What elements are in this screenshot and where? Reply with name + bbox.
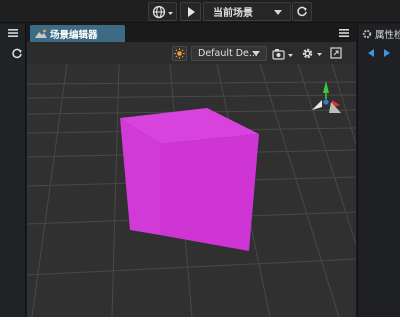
play-icon	[187, 6, 195, 17]
inspector-panel: 属性检	[357, 24, 400, 317]
gizmo-center	[323, 99, 329, 105]
chevron-down-icon	[252, 51, 260, 56]
scene-viewport[interactable]	[27, 64, 356, 317]
back-arrow-icon[interactable]	[367, 48, 375, 58]
menu-icon[interactable]	[339, 29, 349, 37]
maximize-button[interactable]	[330, 47, 342, 59]
scene-editor-panel: 场景编辑器 Default De...	[27, 24, 356, 317]
refresh-icon[interactable]	[11, 48, 23, 60]
inspector-tab-label: 属性检	[375, 29, 400, 41]
camera-options-button[interactable]	[272, 46, 296, 61]
tab-scene-editor[interactable]: 场景编辑器	[30, 25, 125, 42]
scene-tab-label: 场景编辑器	[50, 29, 98, 41]
camera-preset-select[interactable]: Default De...	[191, 46, 267, 61]
refresh-button[interactable]	[292, 2, 312, 21]
menu-icon[interactable]	[8, 29, 18, 37]
refresh-icon	[297, 6, 307, 16]
scene-editor-toolbar: Default De...	[27, 42, 356, 64]
hierarchy-panel	[0, 24, 26, 317]
platform-select-button[interactable]	[148, 2, 177, 21]
scene-3d-canvas[interactable]	[27, 64, 356, 317]
scene-select-label: 当前场景	[213, 8, 253, 19]
top-toolbar: 当前场景	[0, 0, 400, 23]
scene-select[interactable]: 当前场景	[203, 2, 291, 21]
scene-icon	[35, 29, 47, 38]
play-button[interactable]	[180, 2, 201, 21]
scene-editor-tabbar: 场景编辑器	[27, 24, 356, 42]
gear-icon	[302, 48, 322, 59]
sun-icon	[174, 48, 185, 59]
lighting-toggle-button[interactable]	[172, 46, 187, 61]
camera-preset-label: Default De...	[198, 48, 258, 59]
camera-icon	[272, 48, 293, 60]
tab-inspector[interactable]: 属性检	[362, 27, 400, 40]
cube-front-face	[160, 134, 259, 251]
cube[interactable]	[120, 108, 259, 251]
forward-arrow-icon[interactable]	[383, 48, 391, 58]
gizmo-settings-button[interactable]	[301, 46, 325, 61]
gizmo-neg-x	[312, 100, 322, 110]
globe-icon	[152, 5, 173, 18]
orientation-gizmo[interactable]	[312, 81, 341, 113]
maximize-icon	[330, 47, 342, 59]
gear-icon	[362, 29, 372, 38]
chevron-down-icon	[274, 10, 282, 15]
